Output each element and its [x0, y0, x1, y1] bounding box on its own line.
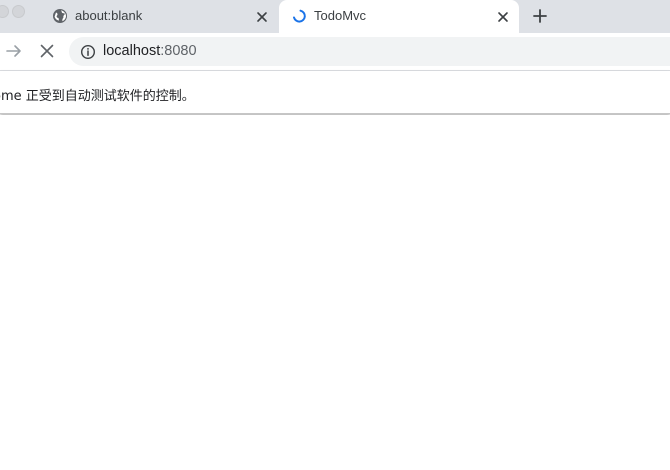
loading-spinner-icon	[293, 9, 306, 23]
globe-icon	[53, 9, 67, 23]
arrow-right-icon[interactable]	[5, 42, 23, 60]
url-text[interactable]: localhost:8080	[103, 43, 197, 59]
close-icon[interactable]	[38, 42, 56, 60]
page-content	[0, 115, 670, 470]
window-close-button[interactable]	[0, 5, 9, 18]
window-minimize-button[interactable]	[12, 5, 25, 18]
tab-strip: about:blank TodoMvc	[0, 0, 670, 33]
url-port: :8080	[160, 43, 197, 59]
url-host: localhost	[103, 43, 161, 59]
close-icon[interactable]	[495, 9, 511, 25]
close-icon[interactable]	[254, 9, 270, 25]
infobar-message: ome 正受到自动测试软件的控制。	[0, 89, 195, 104]
info-icon[interactable]	[80, 44, 96, 60]
tab-title: about:blank	[75, 8, 143, 23]
tab-about-blank[interactable]: about:blank	[40, 0, 278, 33]
tab-title: TodoMvc	[314, 8, 367, 23]
tab-todomvc[interactable]: TodoMvc	[279, 0, 519, 33]
automation-infobar: ome 正受到自动测试软件的控制。	[0, 71, 670, 114]
address-bar[interactable]: localhost:8080	[69, 37, 670, 66]
plus-icon[interactable]	[530, 6, 550, 26]
toolbar: localhost:8080	[0, 33, 670, 71]
